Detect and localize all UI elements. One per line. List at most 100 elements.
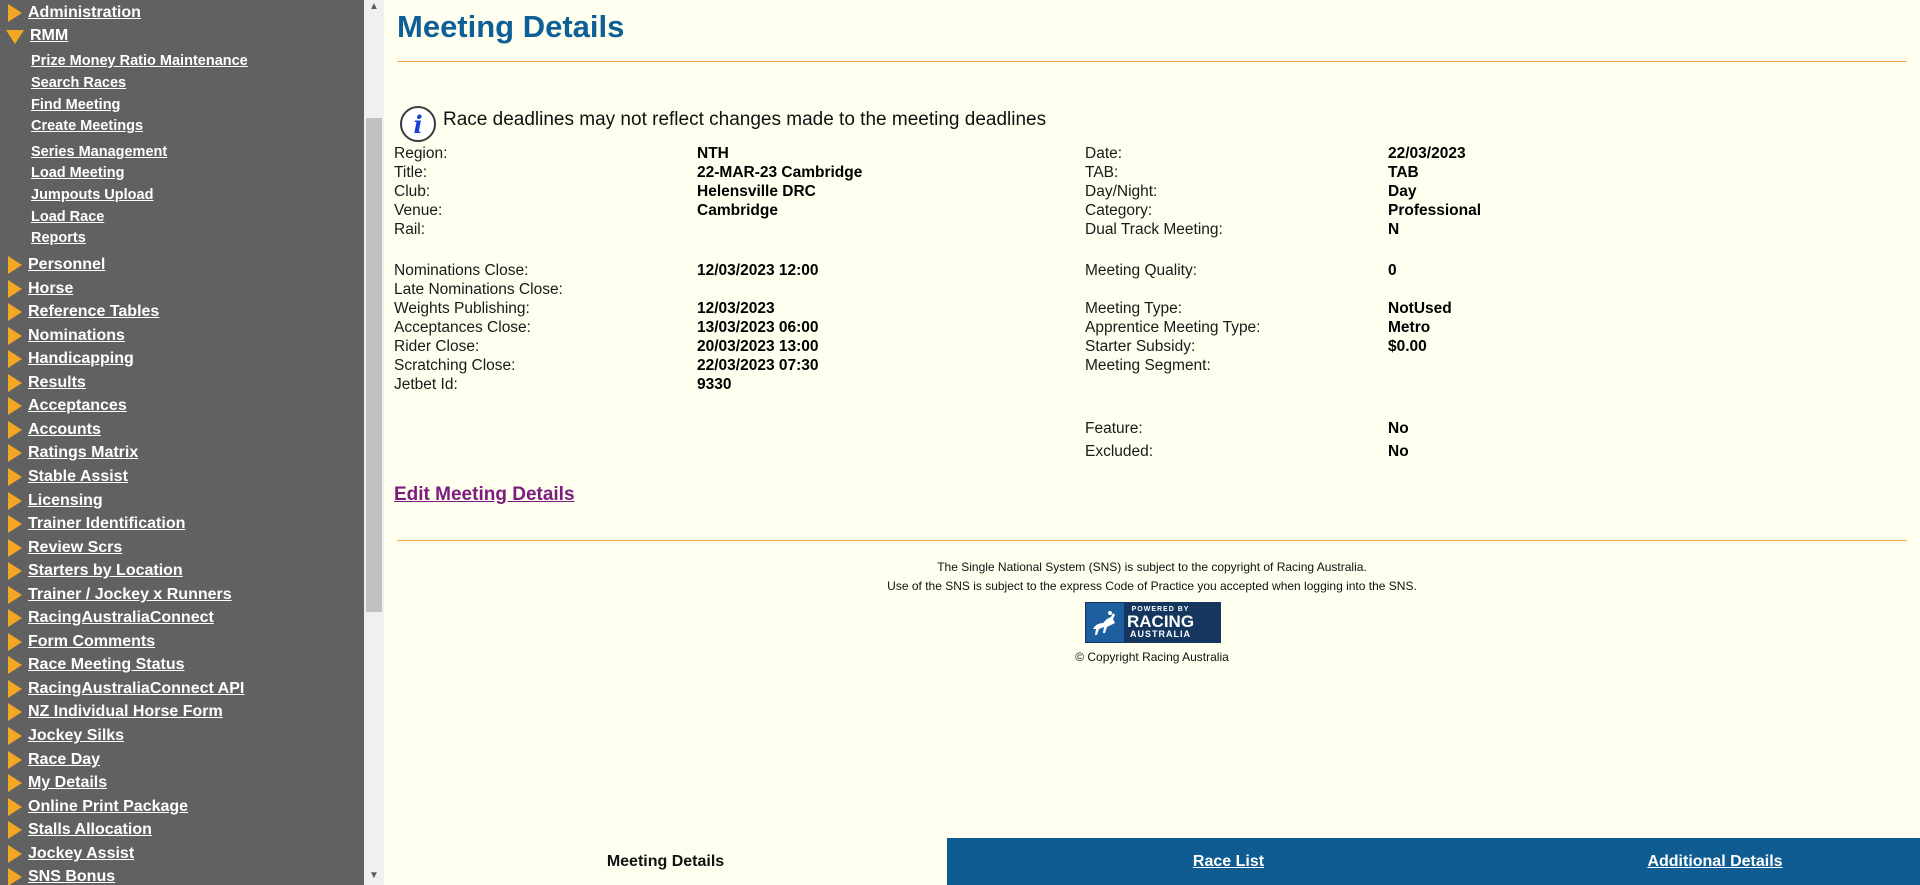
sidebar-item-label[interactable]: Trainer / Jockey x Runners (28, 586, 232, 604)
sidebar-item-label[interactable]: Online Print Package (28, 798, 188, 816)
field-label: Rider Close: (394, 338, 480, 355)
sidebar-item-my-details[interactable]: My Details (0, 772, 107, 794)
sidebar-scrollbar[interactable]: ▲ ▼ (364, 0, 384, 885)
sidebar-item-administration[interactable]: Administration (0, 2, 141, 24)
field-value: 12/03/2023 (697, 300, 775, 317)
sidebar-item-label[interactable]: Starters by Location (28, 562, 183, 580)
sidebar-item-handicapping[interactable]: Handicapping (0, 348, 134, 370)
sidebar-item-review-scrs[interactable]: Review Scrs (0, 537, 122, 559)
sidebar-item-label[interactable]: Ratings Matrix (28, 444, 138, 462)
field-label: Nominations Close: (394, 262, 529, 279)
sidebar-item-jockey-silks[interactable]: Jockey Silks (0, 725, 124, 747)
sidebar-item-label[interactable]: RacingAustraliaConnect (28, 609, 214, 627)
sidebar-item-results[interactable]: Results (0, 372, 86, 394)
sidebar-item-label[interactable]: NZ Individual Horse Form (28, 703, 223, 721)
field-value: $0.00 (1388, 338, 1427, 355)
sidebar-item-online-print-package[interactable]: Online Print Package (0, 796, 188, 818)
field-value: Helensville DRC (697, 183, 816, 200)
logo-australia: AUSTRALIA (1130, 629, 1192, 639)
sidebar-item-reference-tables[interactable]: Reference Tables (0, 301, 159, 323)
collapsed-arrow-icon (8, 703, 22, 721)
sidebar-item-jockey-assist[interactable]: Jockey Assist (0, 843, 134, 865)
sidebar-item-ratings-matrix[interactable]: Ratings Matrix (0, 442, 138, 464)
tab-additional-details[interactable]: Additional Details (1510, 838, 1920, 885)
sidebar-item-trainer-jockey-x-runners[interactable]: Trainer / Jockey x Runners (0, 584, 232, 606)
sidebar-item-trainer-identification[interactable]: Trainer Identification (0, 513, 185, 535)
sidebar-item-label[interactable]: Horse (28, 280, 73, 298)
sidebar-item-label[interactable]: Acceptances (28, 397, 127, 415)
field-label: Date: (1085, 145, 1123, 162)
info-message: Race deadlines may not reflect changes m… (443, 109, 1047, 130)
field-label: Rail: (394, 221, 426, 238)
sidebar-item-race-meeting-status[interactable]: Race Meeting Status (0, 654, 184, 676)
sidebar-item-label[interactable]: Personnel (28, 256, 105, 274)
tab-race-list[interactable]: Race List (947, 838, 1510, 885)
sidebar-item-stalls-allocation[interactable]: Stalls Allocation (0, 819, 152, 841)
sidebar-item-label[interactable]: RMM (30, 27, 68, 45)
expanded-arrow-icon (6, 30, 24, 44)
sidebar-item-acceptances[interactable]: Acceptances (0, 395, 127, 417)
tab-meeting-details[interactable]: Meeting Details (384, 838, 947, 885)
submenu-item-jumpouts-upload[interactable]: Jumpouts Upload (31, 187, 153, 203)
sidebar-item-label[interactable]: Race Day (28, 751, 100, 769)
sidebar-item-nominations[interactable]: Nominations (0, 325, 125, 347)
submenu-item-series-management[interactable]: Series Management (31, 144, 167, 160)
sidebar-item-form-comments[interactable]: Form Comments (0, 631, 155, 653)
field-value: Professional (1388, 202, 1482, 219)
submenu-item-find-meeting[interactable]: Find Meeting (31, 97, 120, 113)
collapsed-arrow-icon (8, 444, 22, 462)
sidebar-item-personnel[interactable]: Personnel (0, 254, 105, 276)
sidebar-item-racingaustraliaconnect[interactable]: RacingAustraliaConnect (0, 607, 214, 629)
sidebar-item-label[interactable]: Race Meeting Status (28, 656, 184, 674)
sidebar-item-label[interactable]: Jockey Assist (28, 845, 134, 863)
main-content: Meeting Details i Race deadlines may not… (384, 0, 1920, 885)
divider (397, 61, 1907, 62)
sidebar-item-label[interactable]: Nominations (28, 327, 125, 345)
sidebar-item-label[interactable]: Stable Assist (28, 468, 128, 486)
field-value: 13/03/2023 06:00 (697, 319, 819, 336)
sidebar-item-label[interactable]: Handicapping (28, 350, 134, 368)
collapsed-arrow-icon (8, 868, 22, 885)
collapsed-arrow-icon (8, 845, 22, 863)
footer-code-of-practice: Use of the SNS is subject to the express… (887, 579, 1417, 593)
sidebar-item-stable-assist[interactable]: Stable Assist (0, 466, 128, 488)
sidebar-item-accounts[interactable]: Accounts (0, 419, 101, 441)
sidebar-item-racingaustraliaconnect-api[interactable]: RacingAustraliaConnect API (0, 678, 244, 700)
sidebar-item-label[interactable]: Review Scrs (28, 539, 122, 557)
sidebar-item-label[interactable]: Form Comments (28, 633, 155, 651)
sidebar-item-sns-bonus[interactable]: SNS Bonus (0, 866, 115, 885)
horse-rider-icon (1086, 603, 1124, 642)
field-value: TAB (1388, 164, 1419, 181)
submenu-item-load-race[interactable]: Load Race (31, 209, 104, 225)
field-label: Club: (394, 183, 431, 200)
submenu-item-search-races[interactable]: Search Races (31, 75, 126, 91)
edit-meeting-details-link[interactable]: Edit Meeting Details (394, 484, 575, 506)
sidebar-item-label[interactable]: Results (28, 374, 86, 392)
collapsed-arrow-icon (8, 751, 22, 769)
sidebar-item-label[interactable]: Reference Tables (28, 303, 159, 321)
sidebar-item-label[interactable]: Administration (28, 4, 141, 22)
sidebar-item-label[interactable]: Accounts (28, 421, 101, 439)
submenu-item-load-meeting[interactable]: Load Meeting (31, 165, 124, 181)
sidebar-item-label[interactable]: My Details (28, 774, 107, 792)
sidebar-item-label[interactable]: Stalls Allocation (28, 821, 152, 839)
sidebar-item-label[interactable]: RacingAustraliaConnect API (28, 680, 244, 698)
sidebar-item-label[interactable]: Jockey Silks (28, 727, 124, 745)
field-label: Region: (394, 145, 448, 162)
scroll-down-icon[interactable]: ▼ (364, 869, 384, 883)
submenu-item-prize-money[interactable]: Prize Money Ratio Maintenance (31, 53, 248, 69)
sidebar-item-starters-by-location[interactable]: Starters by Location (0, 560, 183, 582)
sidebar-item-horse[interactable]: Horse (0, 278, 73, 300)
sidebar-item-label[interactable]: Trainer Identification (28, 515, 185, 533)
collapsed-arrow-icon (8, 562, 22, 580)
sidebar-item-label[interactable]: Licensing (28, 492, 103, 510)
sidebar-item-licensing[interactable]: Licensing (0, 490, 103, 512)
submenu-item-create-meetings[interactable]: Create Meetings (31, 118, 143, 134)
sidebar-item-race-day[interactable]: Race Day (0, 749, 100, 771)
sidebar-item-nz-individual-horse-form[interactable]: NZ Individual Horse Form (0, 701, 223, 723)
scrollbar-thumb[interactable] (366, 118, 382, 612)
sidebar-item-rmm[interactable]: RMM (0, 25, 68, 47)
submenu-item-reports[interactable]: Reports (31, 230, 86, 246)
sidebar-item-label[interactable]: SNS Bonus (28, 868, 115, 885)
scroll-up-icon[interactable]: ▲ (364, 0, 384, 14)
